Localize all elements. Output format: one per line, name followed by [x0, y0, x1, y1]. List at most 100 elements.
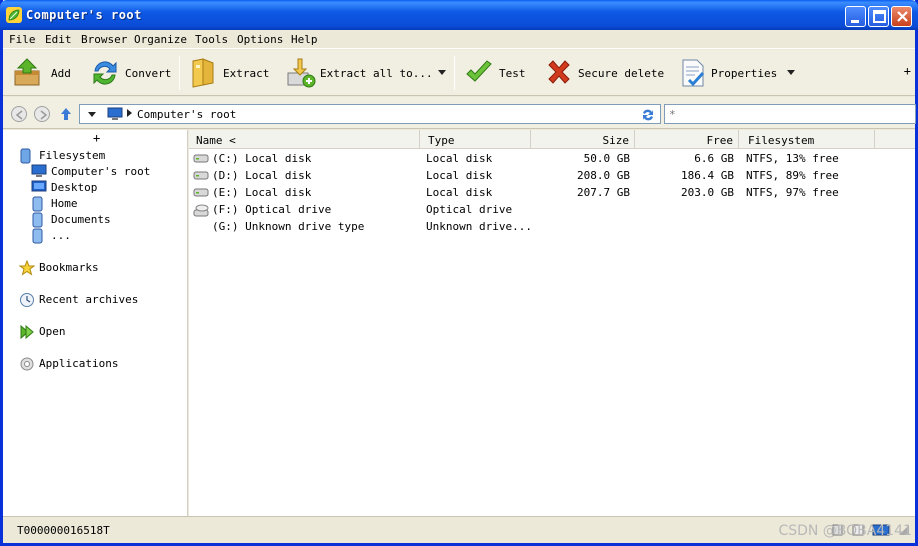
cell-name: (D:) Local disk: [212, 169, 312, 182]
filter-input[interactable]: [665, 105, 915, 123]
app-logo-icon: [6, 7, 22, 23]
sidebar-item-computers-root[interactable]: Computer's root: [31, 164, 181, 180]
sidebar-item-open[interactable]: Open: [19, 324, 179, 340]
extract-all-button[interactable]: Extract all to...: [285, 54, 433, 92]
sidebar-item-home[interactable]: Home: [31, 196, 181, 212]
sidebar-item-label: Home: [51, 197, 78, 210]
convert-label: Convert: [125, 67, 172, 80]
menu-tools[interactable]: Tools: [195, 33, 228, 46]
hard-disk-icon: [193, 188, 209, 197]
menu-file[interactable]: File: [9, 33, 36, 46]
column-filesystem[interactable]: Filesystem: [739, 130, 875, 149]
column-header: Name < Type Size Free Filesystem: [189, 130, 915, 149]
sidebar-item-documents[interactable]: Documents: [31, 212, 181, 228]
filesystem-icon: [20, 148, 31, 164]
convert-button[interactable]: Convert: [89, 54, 173, 92]
optical-drive-icon: [193, 204, 209, 217]
menu-edit[interactable]: Edit: [45, 33, 72, 46]
maximize-icon: [873, 10, 886, 23]
extract-label: Extract: [223, 67, 270, 80]
column-name[interactable]: Name <: [189, 130, 420, 149]
secure-delete-label: Secure delete: [578, 67, 665, 80]
table-row[interactable]: (G:) Unknown drive type Unknown drive...: [189, 218, 915, 235]
extract-button[interactable]: Extract: [187, 54, 271, 92]
back-arrow-icon: [15, 110, 23, 120]
refresh-icon[interactable]: [640, 107, 656, 123]
add-button[interactable]: Add: [11, 54, 79, 92]
test-label: Test: [499, 67, 526, 80]
sidebar-item-desktop[interactable]: Desktop: [31, 180, 181, 196]
delete-x-icon: [548, 60, 570, 84]
table-row[interactable]: (E:) Local disk Local disk 207.7 GB 203.…: [189, 184, 915, 201]
breadcrumb-chevron-icon[interactable]: [127, 109, 132, 117]
properties-button[interactable]: Properties: [677, 54, 777, 92]
filter-field[interactable]: [664, 104, 916, 124]
sidebar-item-label: ...: [51, 229, 71, 242]
cell-size: 208.0 GB: [577, 169, 630, 182]
cell-type: Local disk: [426, 169, 493, 182]
add-label: Add: [51, 67, 71, 80]
close-button[interactable]: [891, 6, 912, 27]
menu-organize[interactable]: Organize: [134, 33, 187, 46]
close-icon: [897, 11, 908, 22]
forward-button[interactable]: [34, 106, 50, 122]
cell-size: 50.0 GB: [583, 152, 630, 165]
up-arrow-icon[interactable]: [60, 107, 72, 121]
menu-bar: File Edit Browser Organize Tools Options…: [3, 30, 915, 49]
sidebar-item-label: Applications: [39, 357, 119, 370]
status-text: T000000016518T: [17, 524, 110, 537]
column-type[interactable]: Type: [420, 130, 531, 149]
menu-help[interactable]: Help: [291, 33, 318, 46]
sidebar-item-bookmarks[interactable]: Bookmarks: [19, 260, 179, 276]
sidebar-item-label: Recent archives: [39, 293, 139, 306]
hard-disk-icon: [193, 171, 209, 180]
cell-free: 186.4 GB: [681, 169, 734, 182]
cell-type: Local disk: [426, 186, 493, 199]
sidebar-item-filesystem[interactable]: Filesystem: [19, 148, 179, 164]
cell-name: (F:) Optical drive: [212, 203, 332, 216]
back-button[interactable]: [11, 106, 27, 122]
open-play-icon: [20, 324, 34, 340]
sidebar-item-label: Computer's root: [51, 165, 151, 178]
cell-type: Local disk: [426, 152, 493, 165]
maximize-button[interactable]: [868, 6, 889, 27]
cell-type: Unknown drive...: [426, 220, 532, 233]
watermark: CSDN @BOBA4141: [778, 523, 912, 539]
toolbar-overflow-button[interactable]: +: [904, 64, 911, 78]
sidebar-item-more[interactable]: ...: [31, 228, 181, 244]
computer-icon: [31, 164, 47, 177]
menu-browser[interactable]: Browser: [81, 33, 127, 46]
column-size[interactable]: Size: [531, 130, 635, 149]
address-history-dropdown-icon[interactable]: [88, 112, 96, 117]
computer-icon: [107, 107, 123, 120]
test-button[interactable]: Test: [463, 54, 529, 92]
folder-icon: [32, 228, 43, 244]
menu-options[interactable]: Options: [237, 33, 283, 46]
properties-dropdown-icon[interactable]: [787, 70, 795, 75]
cell-name: (C:) Local disk: [212, 152, 312, 165]
sidebar-expand-button[interactable]: +: [93, 131, 100, 145]
table-row[interactable]: (F:) Optical drive Optical drive: [189, 201, 915, 218]
star-icon: [19, 260, 35, 276]
extract-folder-icon: [192, 58, 214, 88]
cell-type: Optical drive: [426, 203, 513, 216]
table-row[interactable]: (D:) Local disk Local disk 208.0 GB 186.…: [189, 167, 915, 184]
clock-icon: [20, 293, 34, 307]
toolbar-separator: [179, 56, 180, 90]
cell-name: (E:) Local disk: [212, 186, 312, 199]
forward-arrow-icon: [40, 110, 48, 120]
sidebar-item-recent-archives[interactable]: Recent archives: [19, 292, 179, 308]
address-bar: Computer's root: [3, 97, 916, 129]
secure-delete-button[interactable]: Secure delete: [543, 54, 665, 92]
window-title: Computer's root: [26, 8, 142, 22]
table-row[interactable]: (C:) Local disk Local disk 50.0 GB 6.6 G…: [189, 150, 915, 167]
column-free[interactable]: Free: [635, 130, 739, 149]
address-field[interactable]: Computer's root: [79, 104, 661, 124]
cell-filesystem: NTFS, 97% free: [746, 186, 839, 199]
minimize-button[interactable]: [845, 6, 866, 27]
sidebar-item-applications[interactable]: Applications: [19, 356, 179, 372]
breadcrumb-path[interactable]: Computer's root: [137, 108, 236, 121]
title-bar[interactable]: Computer's root: [0, 0, 918, 30]
cell-filesystem: NTFS, 89% free: [746, 169, 839, 182]
extract-all-dropdown-icon[interactable]: [438, 70, 446, 75]
